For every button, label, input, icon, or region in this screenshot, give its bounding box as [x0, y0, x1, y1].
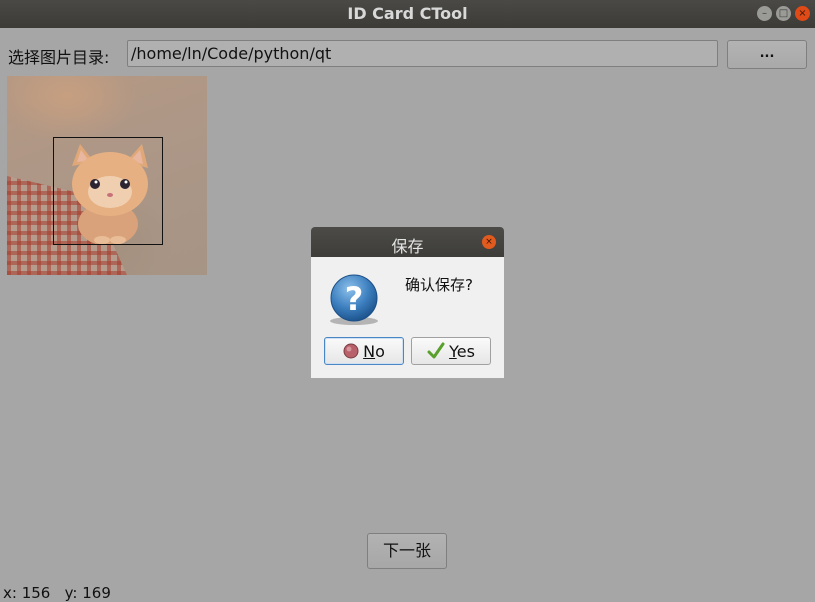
dialog-body: ? 确认保存? No Yes: [311, 257, 504, 378]
directory-label: 选择图片目录:: [8, 48, 110, 67]
svg-text:?: ?: [345, 280, 364, 318]
dialog-titlebar: 保存 ×: [311, 227, 504, 257]
question-icon: ?: [330, 274, 378, 325]
save-dialog: 保存 × ? 确认保存? No Yes: [311, 227, 504, 378]
maximize-icon[interactable]: □: [776, 6, 791, 21]
dialog-title: 保存: [391, 237, 424, 256]
minimize-icon[interactable]: –: [757, 6, 772, 21]
yes-button-label: Yes: [449, 341, 475, 361]
dialog-message: 确认保存?: [405, 276, 473, 294]
close-icon[interactable]: ×: [795, 6, 810, 21]
yes-button[interactable]: Yes: [411, 337, 491, 365]
next-image-button[interactable]: 下一张: [367, 533, 447, 569]
cursor-coordinates: x: 156 y: 169: [3, 584, 111, 602]
window-titlebar: ID Card CTool – □ ×: [0, 0, 815, 28]
directory-path-input[interactable]: [127, 40, 718, 67]
no-button[interactable]: No: [324, 337, 404, 365]
browse-button[interactable]: ...: [727, 40, 807, 69]
selection-box[interactable]: [53, 137, 163, 245]
checkmark-icon: [427, 342, 445, 359]
dialog-close-icon[interactable]: ×: [482, 235, 496, 249]
kitten-image[interactable]: [7, 76, 207, 275]
no-button-label: No: [363, 341, 385, 361]
window-title: ID Card CTool: [347, 4, 468, 23]
stop-icon: [343, 343, 359, 359]
